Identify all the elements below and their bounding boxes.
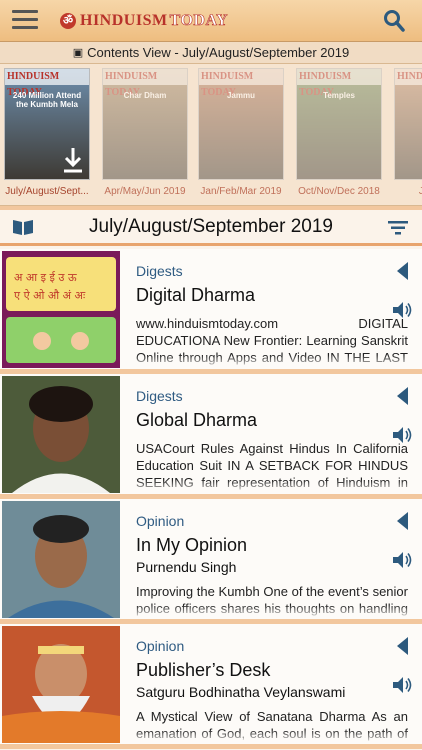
cover-masthead: HINDU [395,69,422,85]
hamburger-icon-line [12,18,38,21]
speaker-icon[interactable] [392,301,412,319]
cover-masthead: HINDUISM TODAY [297,69,381,98]
article-title: In My Opinion [136,535,248,555]
filter-icon [388,221,408,235]
cover-masthead: HINDUISM TODAY [199,69,283,98]
contents-view-bar: ▣ Contents View - July/August/September … [0,42,422,64]
issue-cover-image: HINDUISM TODAY Temples [296,68,382,180]
app-logo: ॐ HINDUISM TODAY [60,10,228,32]
excerpt-fade [136,355,408,369]
issue-label: Jan/Feb/Mar 2019 [200,186,282,197]
issue-cover-item[interactable]: HINDUISM TODAY Char Dham Apr/May/Jun 2019 [100,68,190,202]
hamburger-icon-line [12,26,38,29]
issue-cover-image: HINDU [394,68,422,180]
search-icon [384,10,405,32]
cover-headline: 240 Million Attend the Kumbh Mela [12,91,82,109]
issue-label: July/August/Sept... [5,186,89,197]
cover-masthead: HINDUISM TODAY [5,69,89,98]
issue-cover-item[interactable]: HINDUISM TODAY 240 Million Attend the Kum… [2,68,92,202]
issue-carousel[interactable]: HINDUISM TODAY 240 Million Attend the Kum… [0,64,422,206]
cover-headline: Jammu [226,91,255,100]
excerpt-fade [136,480,408,494]
article-thumbnail: अ आ इ ई उ ऊ ए ऐ ओ औ अं अः [2,251,120,368]
article-title: Global Dharma [136,410,258,430]
menu-button[interactable] [12,10,38,30]
article-category: Opinion [136,638,185,654]
portrait-thumbnail [2,501,120,618]
monitor-icon: ▣ [72,46,84,59]
issue-label: Oct/Nov/Dec 2018 [298,186,380,197]
speaker-icon[interactable] [392,676,412,694]
article-author: Purnendu Singh [136,559,237,575]
sanskrit-app-thumbnail: अ आ इ ई उ ऊ ए ऐ ओ औ अं अः [2,251,120,368]
download-icon[interactable] [62,146,84,174]
article-row[interactable]: अ आ इ ई उ ऊ ए ऐ ओ औ अं अः Digests Digital D… [0,249,422,374]
cover-headline: Char Dham [123,91,167,100]
excerpt-fade [136,605,408,619]
article-row[interactable]: Opinion Publisher’s Desk Satguru Bodhinath… [0,624,422,749]
issue-title: July/August/September 2019 [89,216,333,237]
issue-title-bar: July/August/September 2019 [0,210,422,246]
issue-label: Apr/May/Jun 2019 [104,186,186,197]
article-row[interactable]: Opinion In My Opinion Purnendu Singh Improv… [0,499,422,624]
app-header: ॐ HINDUISM TODAY [0,0,422,42]
issue-cover-image: HINDUISM TODAY Char Dham [102,68,188,180]
search-button[interactable] [382,9,406,33]
article-thumbnail [2,626,120,743]
filter-button[interactable] [388,221,408,235]
article-category: Opinion [136,513,185,529]
issue-cover-item[interactable]: HINDU Jul/Au... [392,68,422,202]
hamburger-icon-line [12,10,38,13]
article-list: अ आ इ ई उ ऊ ए ऐ ओ औ अं अः Digests Digital D… [0,249,422,749]
article-row[interactable]: Digests Global Dharma USACourt Rules Again… [0,374,422,499]
article-author: Satguru Bodhinatha Veylanswami [136,684,346,700]
chevron-left-icon[interactable] [396,637,408,655]
logo-text-today: TODAY [169,12,229,30]
chevron-left-icon[interactable] [396,387,408,405]
portrait-thumbnail [2,626,120,743]
speaker-icon[interactable] [392,426,412,444]
article-category: Digests [136,388,183,404]
portrait-thumbnail [2,376,120,493]
issue-label: Jul/Au... [392,186,422,197]
article-title: Publisher’s Desk [136,660,271,680]
svg-text:ए ऐ ओ औ अं अः: ए ऐ ओ औ अं अः [14,289,86,302]
om-logo-icon: ॐ [60,13,76,29]
contents-view-label: Contents View - July/August/September 20… [87,45,350,60]
speaker-icon[interactable] [392,551,412,569]
chevron-left-icon[interactable] [396,512,408,530]
cover-masthead: HINDUISM TODAY [103,69,187,98]
article-thumbnail [2,501,120,618]
issue-cover-item[interactable]: HINDUISM TODAY Temples Oct/Nov/Dec 2018 [294,68,384,202]
chevron-left-icon[interactable] [396,262,408,280]
logo-text-hinduism: HINDUISM [80,12,168,29]
article-category: Digests [136,263,183,279]
article-title: Digital Dharma [136,285,256,305]
issue-cover-image: HINDUISM TODAY Jammu [198,68,284,180]
cover-headline: Temples [323,91,355,100]
article-thumbnail [2,376,120,493]
svg-text:अ आ इ ई उ ऊ: अ आ इ ई उ ऊ [14,271,77,284]
excerpt-fade [136,730,408,744]
issue-cover-item[interactable]: HINDUISM TODAY Jammu Jan/Feb/Mar 2019 [196,68,286,202]
